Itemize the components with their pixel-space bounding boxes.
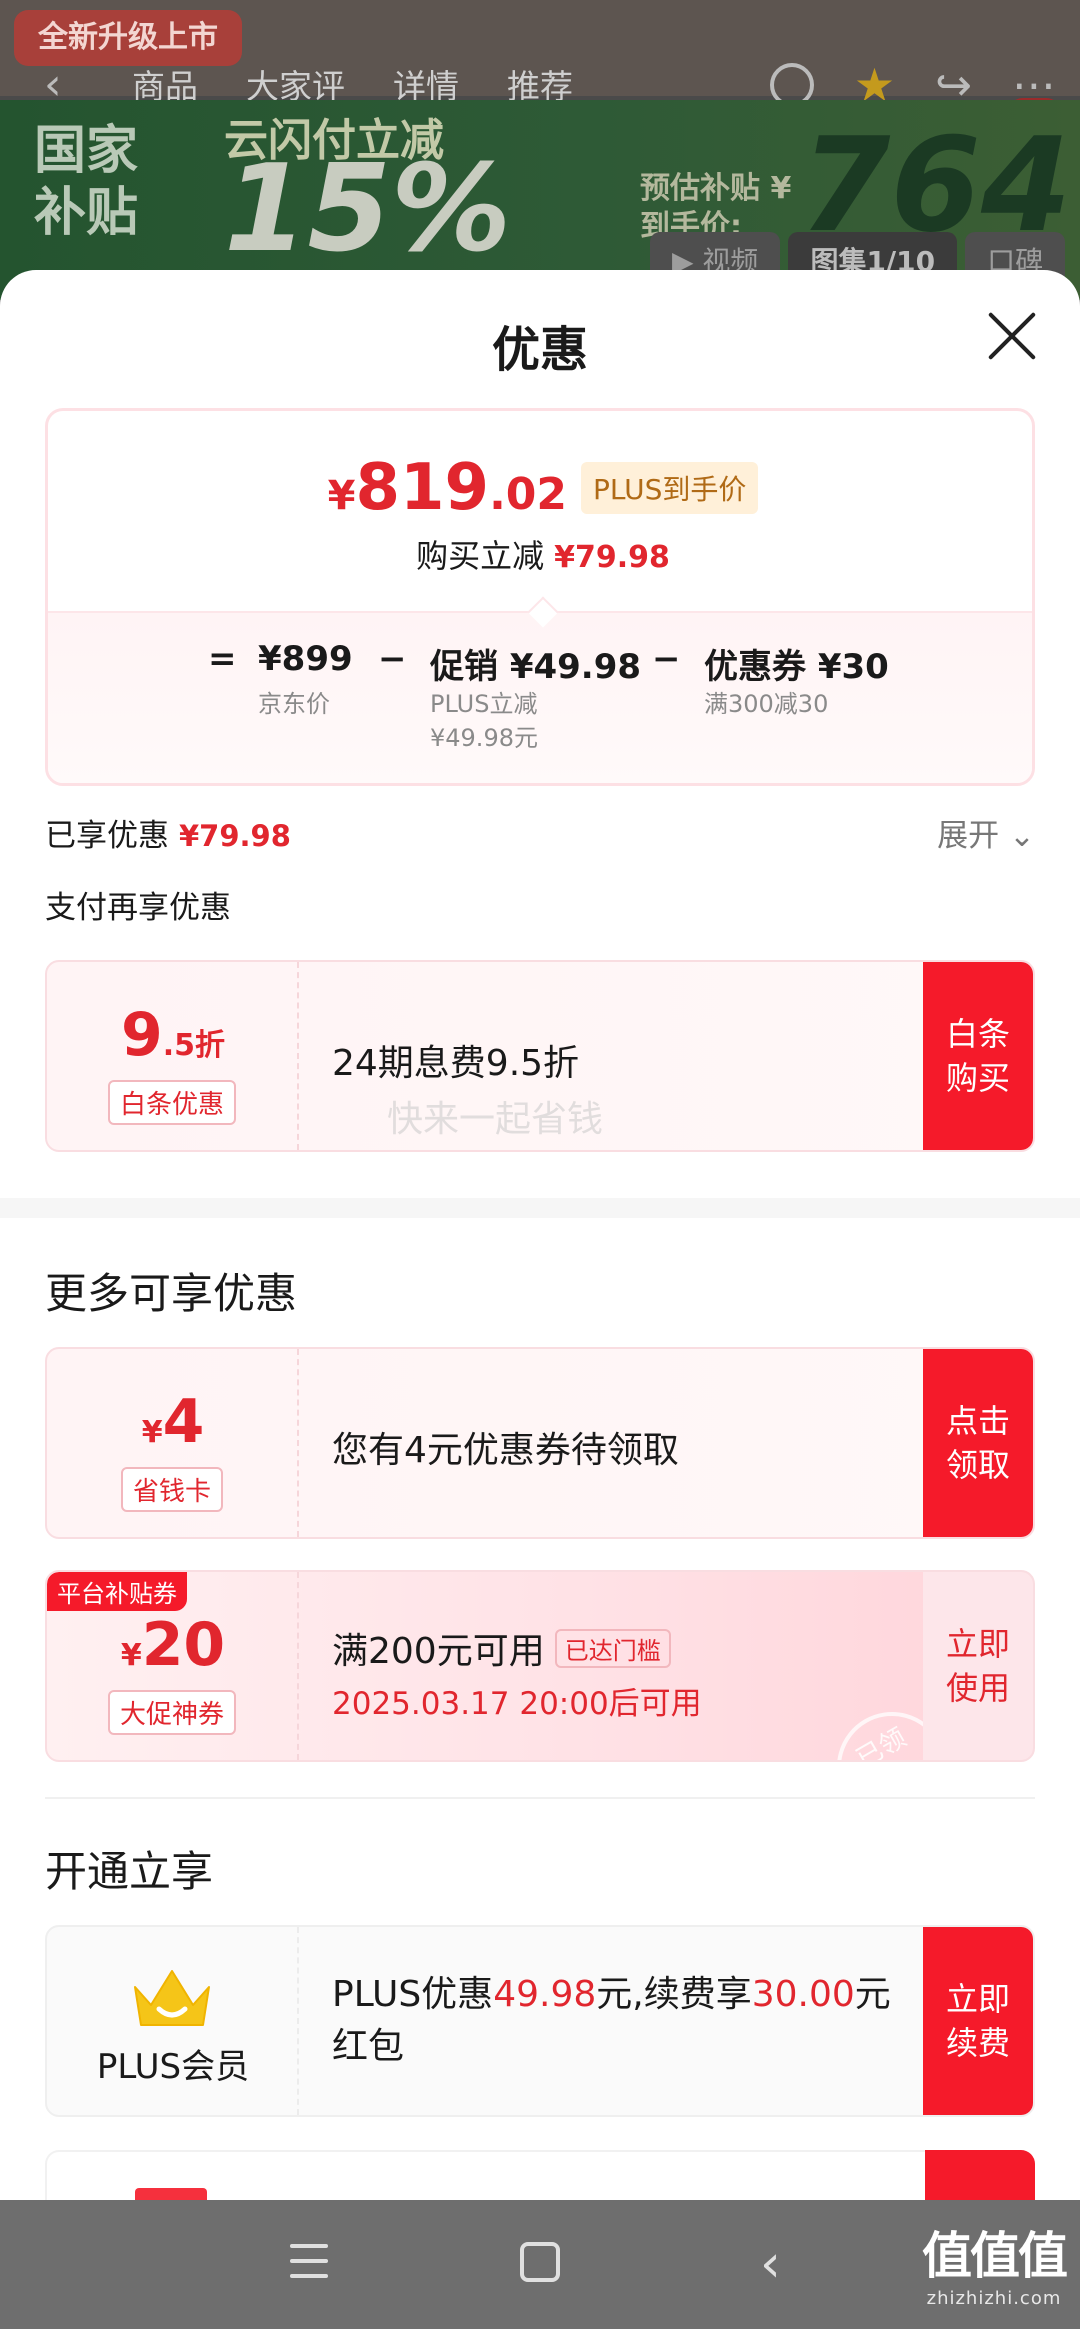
currency-symbol: ¥ (327, 473, 356, 519)
promo-desc-line1: PLUS立减 (430, 690, 538, 718)
use-now-label: 立即 使用 (945, 1625, 1010, 1707)
final-price-integer: 819 (355, 451, 490, 525)
platform-condition: 满200元可用 已达门槛 (332, 1622, 671, 1674)
price-breakdown-card: ¥ 819 .02 PLUS到手价 购买立减 ¥79.98 = ¥899 京东价 … (45, 408, 1035, 786)
chevron-down-icon: ⌄ (1009, 818, 1035, 854)
platform-valid-date: 2025.03.17 20:00后可用 (332, 1686, 702, 1722)
plus-member-left: PLUS会员 (47, 1927, 299, 2115)
next-offer-card-peek (45, 2150, 1035, 2200)
renew-button[interactable]: 立即 续费 (923, 1927, 1033, 2115)
instant-discount-label: 购买立减 (416, 537, 545, 575)
enjoyed-discount-value: ¥79.98 (179, 819, 291, 853)
discount-sheet: 优惠 ¥ 819 .02 PLUS到手价 购买立减 ¥79.98 = ¥899 京… (0, 270, 1080, 2200)
platform-coupon-amount: ¥20 (47, 1610, 299, 1680)
baitiao-discount-big: 9 (120, 1000, 163, 1070)
baitiao-offer-card[interactable]: 9.5折 白条优惠 24期息费9.5折 快来一起省钱 白条 购买 (45, 960, 1035, 1152)
close-icon[interactable] (984, 308, 1040, 364)
crown-icon (134, 1970, 210, 2026)
promo-desc-line2: ¥49.98元 (430, 724, 538, 752)
formula-equals: = (208, 639, 237, 679)
plus-desc-b: 49.98 (493, 1974, 597, 2015)
platform-condition-text: 满200元可用 (332, 1631, 545, 1672)
logo-subtext: zhizhizhi.com (926, 2288, 1062, 2309)
formula-minus-1: − (378, 639, 407, 679)
platform-tag: 大促神券 (107, 1690, 237, 1735)
instant-discount-value: ¥79.98 (554, 540, 670, 575)
estimated-line1: 预估补贴 ¥ (640, 171, 792, 206)
baitiao-tag: 白条优惠 (107, 1080, 237, 1125)
home-icon[interactable] (520, 2242, 560, 2282)
baitiao-buy-line1: 白条 购买 (945, 1015, 1010, 1097)
system-nav-bar: ‹ 值值值 zhizhizhi.com (0, 2200, 1080, 2329)
baitiao-desc: 24期息费9.5折 (332, 1043, 580, 1084)
site-watermark-logo: 值值值 zhizhizhi.com (922, 2216, 1068, 2309)
baitiao-offer-left: 9.5折 白条优惠 (47, 962, 299, 1150)
back-icon[interactable]: ‹ (760, 2238, 804, 2290)
saver-card-coupon[interactable]: ¥4 省钱卡 您有4元优惠券待领取 点击 领取 (45, 1347, 1035, 1539)
saver-currency: ¥ (141, 1415, 163, 1450)
jd-price-label: 京东价 (258, 690, 330, 718)
instant-discount-row: 购买立减 ¥79.98 (48, 531, 1032, 577)
open-enjoy-title: 开通立享 (45, 1847, 214, 1896)
plus-member-card[interactable]: PLUS会员 PLUS优惠49.98元,续费享30.00元红包 立即 续费 (45, 1925, 1035, 2117)
platform-currency: ¥ (120, 1638, 142, 1673)
promo-discount: 促销 ¥49.98 (430, 647, 642, 687)
use-now-button[interactable]: 立即 使用 (923, 1572, 1033, 1760)
expand-label: 展开 (937, 818, 1000, 854)
more-offers-title: 更多可享优惠 (45, 1269, 298, 1318)
platform-corner-tag: 平台补贴券 (47, 1572, 187, 1611)
platform-amount: 20 (141, 1610, 226, 1680)
baitiao-discount-suffix: .5折 (162, 1028, 226, 1063)
coupon-desc: 满300减30 (704, 690, 829, 718)
national-subsidy-line1: 国家 (34, 121, 139, 181)
plus-desc-d: 30.00 (751, 1974, 855, 2015)
plus-member-desc: PLUS优惠49.98元,续费享30.00元红包 (332, 1969, 912, 2073)
product-page-background: 全新升级上市 ‹ 商品 大家评 详情 推荐 ★ ↪ ⋯ 5+ 国家 补贴 云闪付… (0, 0, 1080, 300)
plus-price-tag: PLUS到手价 (581, 462, 759, 514)
plus-member-name: PLUS会员 (96, 2047, 250, 2087)
national-subsidy-label: 国家 补贴 (34, 120, 138, 244)
section-divider-thin (45, 1797, 1035, 1799)
final-price-section: ¥ 819 .02 PLUS到手价 购买立减 ¥79.98 (48, 411, 1032, 611)
threshold-reached-badge: 已达门槛 (554, 1629, 671, 1668)
estimated-price: 764 (800, 109, 1072, 261)
claim-button-label: 点击 领取 (945, 1402, 1010, 1484)
formula-minus-2: − (652, 639, 681, 679)
renew-button-label: 立即 续费 (945, 1980, 1010, 2062)
baitiao-discount-amount: 9.5折 (47, 1000, 299, 1070)
claim-button[interactable]: 点击 领取 (923, 1349, 1033, 1537)
jd-price: ¥899 (258, 639, 353, 679)
coupon-discount: 优惠券 ¥30 (704, 647, 889, 687)
plus-desc-a: PLUS优惠 (332, 1974, 494, 2015)
national-subsidy-line2: 补贴 (34, 183, 139, 243)
next-offer-icon (135, 2188, 207, 2200)
saver-tag: 省钱卡 (120, 1467, 224, 1512)
price-formula-section (48, 611, 1032, 783)
pay-more-label: 支付再享优惠 (45, 890, 231, 926)
saver-amount: 4 (162, 1387, 205, 1457)
expand-toggle[interactable]: 展开 ⌄ (937, 810, 1035, 855)
saver-coupon-amount: ¥4 (47, 1387, 299, 1457)
watermark-text: 快来一起省钱 (387, 1099, 604, 1140)
baitiao-buy-button[interactable]: 白条 购买 (923, 962, 1033, 1150)
saver-coupon-left: ¥4 省钱卡 (47, 1349, 299, 1537)
saver-desc: 您有4元优惠券待领取 (332, 1430, 679, 1471)
platform-subsidy-coupon[interactable]: ¥20 大促神券 平台补贴券 满200元可用 已达门槛 2025.03.17 20… (45, 1570, 1035, 1762)
plus-desc-c: 元,续费享 (596, 1974, 752, 2015)
section-divider (0, 1198, 1080, 1218)
enjoyed-discount-label: 已享优惠 (45, 818, 169, 854)
next-offer-button[interactable] (925, 2150, 1035, 2200)
enjoyed-discount-row: 已享优惠 ¥79.98 (45, 810, 291, 855)
sheet-title: 优惠 (491, 322, 588, 378)
logo-text: 值值值 (922, 2227, 1068, 2285)
final-price-row: ¥ 819 .02 PLUS到手价 (48, 451, 1032, 525)
discount-percent: 15% (224, 140, 512, 279)
final-price-decimal: .02 (489, 469, 568, 520)
recent-apps-icon[interactable] (290, 2244, 328, 2284)
